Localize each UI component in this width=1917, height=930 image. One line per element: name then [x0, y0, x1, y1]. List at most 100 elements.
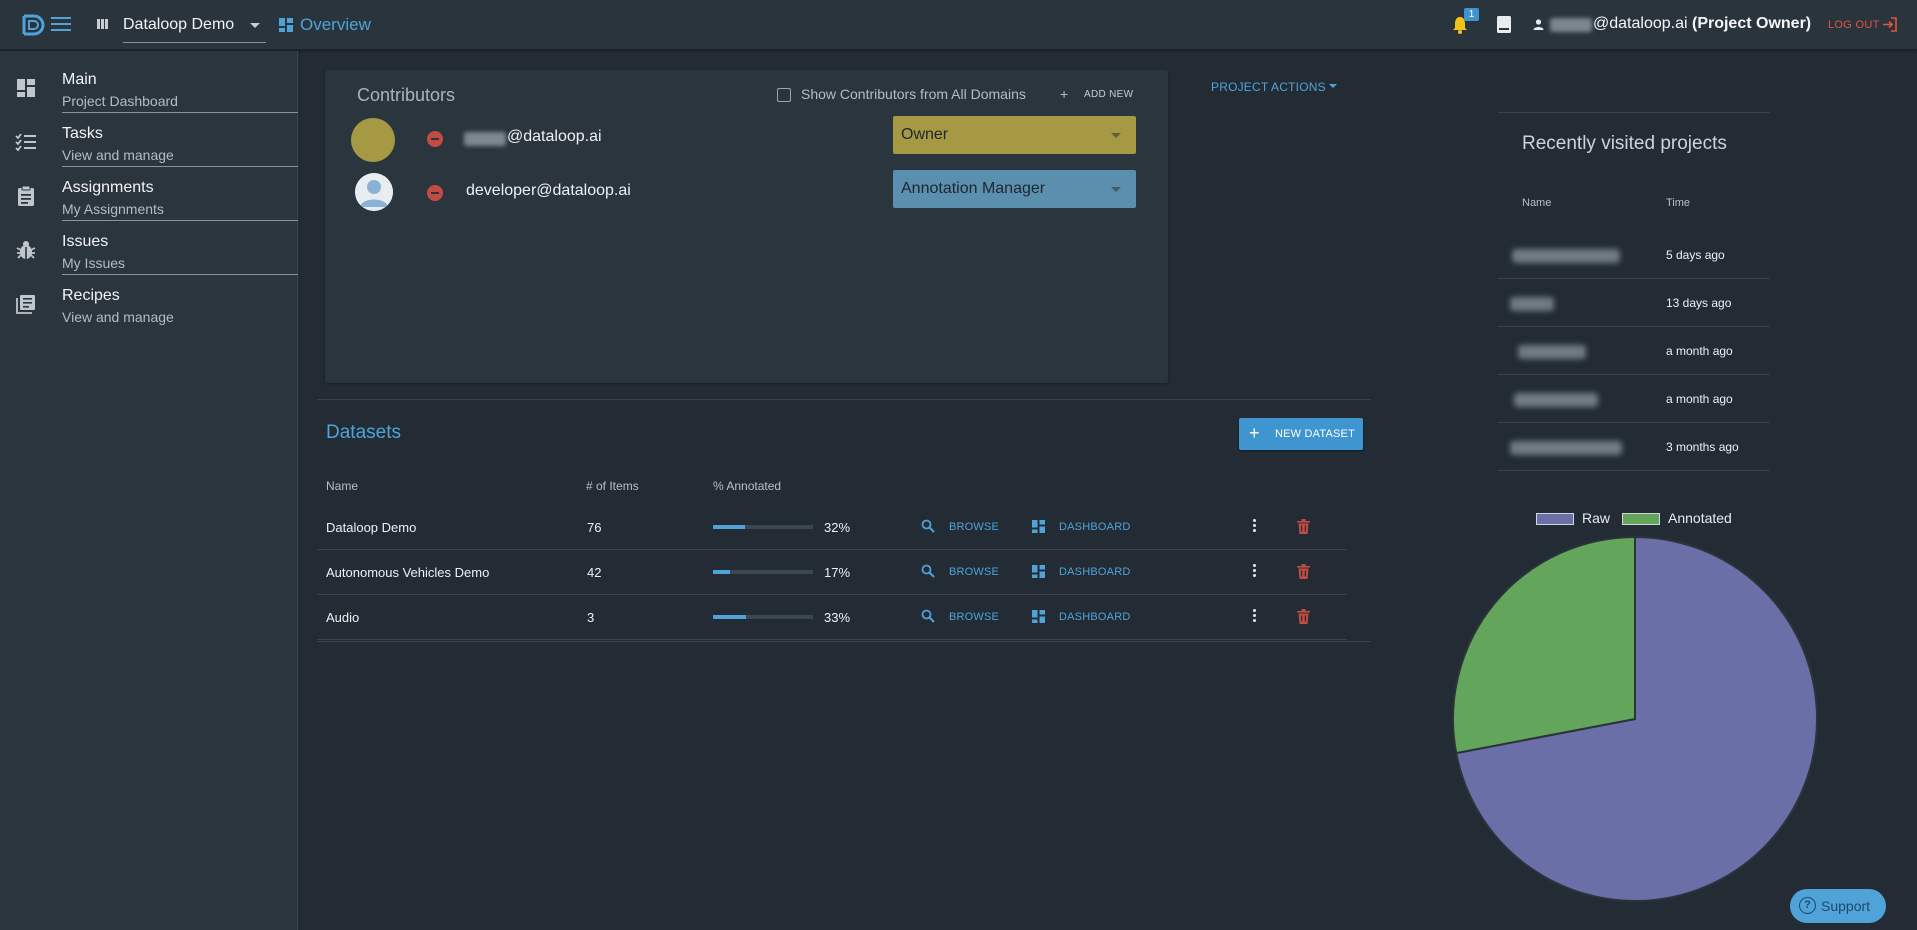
- user-account[interactable]: @dataloop.ai (Project Owner): [1593, 15, 1811, 33]
- remove-contributor-icon[interactable]: [427, 185, 443, 201]
- legend-swatch-raw: [1536, 513, 1574, 525]
- user-role: (Project Owner): [1691, 15, 1812, 32]
- dataset-name[interactable]: Dataloop Demo: [326, 520, 416, 535]
- search-icon[interactable]: [921, 609, 935, 623]
- top-bar: Dataloop Demo Overview 1 @dataloop.ai (P…: [0, 0, 1917, 50]
- default-avatar-icon: [355, 173, 393, 211]
- checklist-icon: [15, 133, 36, 152]
- table-row: Dataloop Demo 76 32% BROWSE DASHBOARD: [317, 505, 1347, 550]
- search-icon[interactable]: [921, 519, 935, 533]
- table-row: Autonomous Vehicles Demo 42 17% BROWSE D…: [317, 550, 1347, 595]
- recent-project-row[interactable]: a month ago: [1498, 327, 1770, 375]
- more-options-icon[interactable]: [1253, 519, 1257, 535]
- add-contributor-button[interactable]: ADD NEW: [1084, 89, 1133, 100]
- sidebar-item-main[interactable]: Main Project Dashboard: [0, 59, 298, 113]
- logout-icon[interactable]: [1882, 17, 1897, 32]
- plus-icon[interactable]: +: [1060, 86, 1068, 102]
- contributors-title: Contributors: [357, 85, 456, 105]
- sidebar-item-subtitle: Project Dashboard: [62, 93, 178, 109]
- overview-icon: [279, 18, 293, 32]
- help-icon: ?: [1799, 897, 1816, 914]
- more-options-icon[interactable]: [1253, 609, 1257, 625]
- role-select[interactable]: Owner: [893, 116, 1136, 154]
- support-button[interactable]: ? Support: [1790, 889, 1886, 923]
- search-icon[interactable]: [921, 564, 935, 578]
- avatar: [355, 173, 393, 211]
- datasets-title: Datasets: [326, 422, 401, 443]
- sidebar-item-assignments[interactable]: Assignments My Assignments: [0, 167, 298, 221]
- show-all-domains-checkbox[interactable]: [777, 88, 791, 102]
- project-actions-menu[interactable]: PROJECT ACTIONS: [1211, 80, 1326, 94]
- annotated-percent: 32%: [824, 520, 851, 535]
- recent-project-row[interactable]: a month ago: [1498, 375, 1770, 423]
- legend-label-raw: Raw: [1582, 510, 1611, 526]
- visit-time: a month ago: [1666, 392, 1733, 406]
- user-email: @dataloop.ai: [1593, 15, 1688, 32]
- recent-project-row[interactable]: 13 days ago: [1498, 279, 1770, 327]
- dashboard-button[interactable]: DASHBOARD: [1059, 521, 1130, 533]
- project-selector[interactable]: Dataloop Demo: [123, 12, 266, 43]
- overview-tab[interactable]: Overview: [300, 15, 371, 35]
- role-select[interactable]: Annotation Manager: [893, 170, 1136, 208]
- legend-label-annotated: Annotated: [1668, 510, 1732, 526]
- logout-button[interactable]: LOG OUT: [1828, 19, 1880, 31]
- item-count: 76: [587, 520, 602, 535]
- contributor-email: @dataloop.ai: [507, 128, 602, 145]
- browse-button[interactable]: BROWSE: [949, 566, 999, 578]
- show-all-domains-label[interactable]: Show Contributors from All Domains: [801, 86, 1026, 102]
- sidebar-item-subtitle: View and manage: [62, 147, 174, 163]
- legend-swatch-annotated: [1622, 513, 1660, 525]
- browse-button[interactable]: BROWSE: [949, 611, 999, 623]
- trash-icon[interactable]: [1297, 519, 1310, 534]
- contributor-row: @dataloop.ai Owner: [325, 116, 1168, 162]
- notification-badge: 1: [1464, 8, 1479, 21]
- dashboard-icon[interactable]: [1032, 565, 1045, 578]
- annotated-progress-bar: [713, 570, 813, 574]
- sidebar-item-title: Main: [62, 71, 97, 88]
- divider: [317, 399, 1371, 400]
- column-header-name: Name: [1522, 197, 1552, 209]
- annotated-progress-bar: [713, 525, 813, 529]
- menu-icon[interactable]: [51, 17, 71, 33]
- redacted-project-name: [1510, 441, 1622, 455]
- dashboard-icon[interactable]: [1032, 610, 1045, 623]
- dataloop-logo[interactable]: [20, 12, 48, 38]
- sidebar-item-recipes[interactable]: Recipes View and manage: [0, 275, 298, 329]
- progress-fill: [713, 615, 746, 619]
- dashboard-icon: [17, 79, 35, 97]
- contributor-row: developer@dataloop.ai Annotation Manager: [325, 170, 1168, 216]
- sidebar-item-issues[interactable]: Issues My Issues: [0, 221, 298, 275]
- sidebar-item-tasks[interactable]: Tasks View and manage: [0, 113, 298, 167]
- more-options-icon[interactable]: [1253, 564, 1257, 580]
- redacted-username: [1550, 18, 1592, 32]
- redacted-project-name: [1514, 393, 1598, 407]
- sidebar-item-subtitle: View and manage: [62, 309, 174, 325]
- remove-contributor-icon[interactable]: [427, 131, 443, 147]
- dashboard-icon[interactable]: [1032, 520, 1045, 533]
- recent-project-row[interactable]: 3 months ago: [1498, 423, 1770, 471]
- trash-icon[interactable]: [1297, 609, 1310, 624]
- project-icon: [97, 19, 108, 29]
- visit-time: 13 days ago: [1666, 296, 1732, 310]
- dashboard-button[interactable]: DASHBOARD: [1059, 611, 1130, 623]
- pie-slice-annotated[interactable]: [1452, 535, 1636, 755]
- trash-icon[interactable]: [1297, 564, 1310, 579]
- clipboard-icon: [18, 185, 34, 206]
- browse-button[interactable]: BROWSE: [949, 521, 999, 533]
- redacted-project-name: [1510, 297, 1554, 311]
- sidebar: Main Project Dashboard Tasks View and ma…: [0, 51, 298, 930]
- sidebar-item-title: Issues: [62, 233, 109, 250]
- docs-icon[interactable]: [1497, 16, 1511, 33]
- redacted-project-name: [1512, 249, 1620, 263]
- plus-icon: +: [1249, 423, 1260, 443]
- chevron-down-icon[interactable]: [1329, 84, 1337, 88]
- role-value: Annotation Manager: [901, 180, 1046, 197]
- recent-projects-title: Recently visited projects: [1522, 133, 1727, 154]
- recent-project-row[interactable]: 5 days ago: [1498, 231, 1770, 279]
- dashboard-button[interactable]: DASHBOARD: [1059, 566, 1130, 578]
- dataset-name[interactable]: Autonomous Vehicles Demo: [326, 565, 489, 580]
- new-dataset-button[interactable]: + NEW DATASET: [1239, 418, 1363, 450]
- dataset-name[interactable]: Audio: [326, 610, 359, 625]
- sidebar-item-subtitle: My Assignments: [62, 201, 164, 217]
- chevron-down-icon: [1111, 133, 1121, 138]
